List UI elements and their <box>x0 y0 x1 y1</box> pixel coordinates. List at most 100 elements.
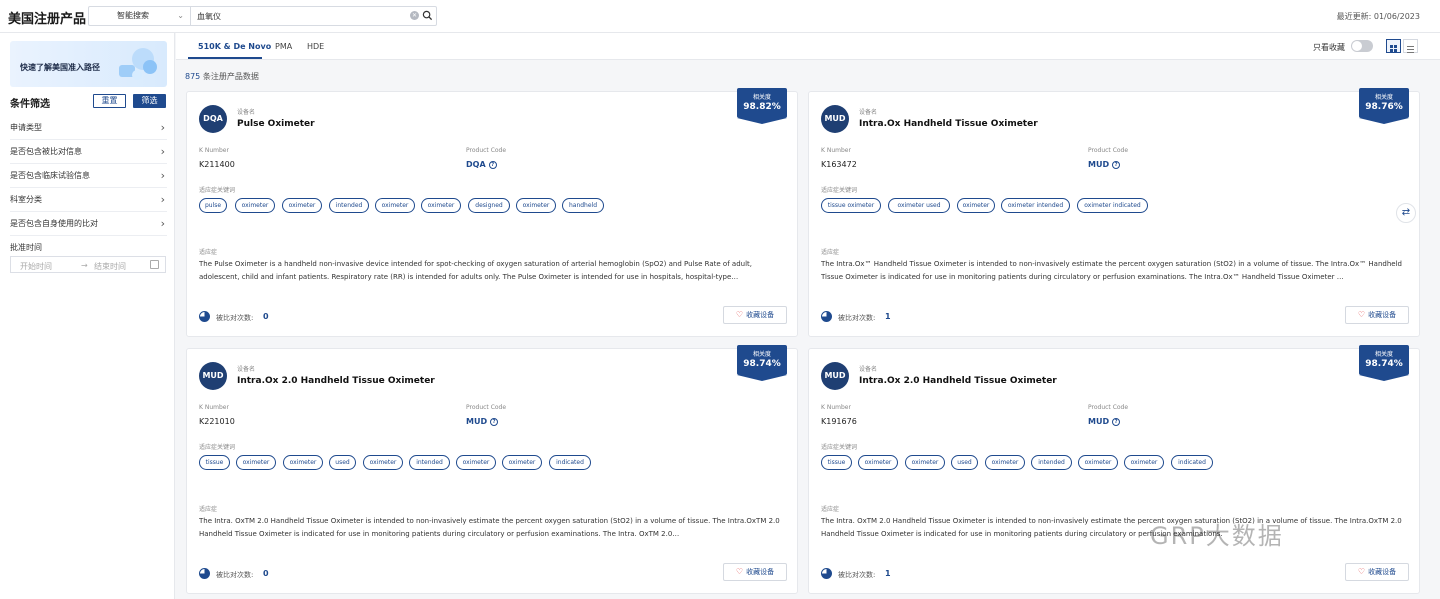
keyword-tag[interactable]: intended <box>409 455 450 470</box>
device-card[interactable]: 相关度 98.76% MUD 设备名 Intra.Ox Handheld Tiss… <box>808 88 1420 337</box>
date-range-picker[interactable]: 开始时间 → 结束时间 <box>10 256 166 273</box>
k-number-label: K Number <box>199 147 229 154</box>
keyword-tag[interactable]: intended <box>1031 455 1072 470</box>
reset-button[interactable]: 重置 <box>93 94 126 108</box>
favorite-button[interactable]: ♡ 收藏设备 <box>1345 306 1409 324</box>
k-number-value: K221010 <box>199 417 235 426</box>
compared-count[interactable]: 0 <box>263 569 269 578</box>
keyword-tag[interactable]: oximeter <box>858 455 898 470</box>
relevance-value: 98.74% <box>743 359 781 369</box>
relevance-badge: 相关度 98.82% <box>737 88 787 124</box>
keyword-tag[interactable]: indicated <box>549 455 591 470</box>
keyword-tag[interactable]: oximeter indicated <box>1077 198 1148 213</box>
clear-icon[interactable]: ✕ <box>410 11 419 20</box>
help-icon[interactable]: ? <box>1112 418 1121 426</box>
chevron-right-icon: › <box>160 193 165 206</box>
device-card[interactable]: 相关度 98.74% MUD 设备名 Intra.Ox 2.0 Handheld … <box>808 345 1420 594</box>
grid-view-icon[interactable] <box>1386 39 1401 53</box>
filter-application-type[interactable]: 申请类型 › <box>10 116 167 140</box>
keyword-tag[interactable]: oximeter <box>236 455 276 470</box>
product-code-label: Product Code <box>1088 404 1129 411</box>
keyword-tag[interactable]: oximeter <box>375 198 415 213</box>
keyword-tag[interactable]: oximeter <box>235 198 275 213</box>
keyword-tag[interactable]: oximeter <box>957 198 995 213</box>
filter-button[interactable]: 筛选 <box>133 94 166 108</box>
indication-text: The Intra. OxTM 2.0 Handheld Tissue Oxim… <box>821 517 1402 538</box>
keyword-tag[interactable]: used <box>329 455 356 470</box>
help-icon[interactable]: ? <box>1112 161 1121 169</box>
keyword-tag[interactable]: oximeter <box>516 198 556 213</box>
device-name[interactable]: Pulse Oximeter <box>237 119 315 129</box>
product-code-label: Product Code <box>1088 147 1129 154</box>
chevron-down-icon: ⌄ <box>177 11 184 20</box>
keyword-tag[interactable]: oximeter used <box>888 198 950 213</box>
chevron-right-icon: › <box>160 217 165 230</box>
help-icon[interactable]: ? <box>490 418 499 426</box>
filter-self-compare[interactable]: 是否包含自身使用的比对 › <box>10 212 167 236</box>
product-code-value[interactable]: MUD? <box>1088 417 1121 426</box>
favorite-button[interactable]: ♡ 收藏设备 <box>723 563 787 581</box>
keyword-tag[interactable]: tissue <box>821 455 852 470</box>
device-name[interactable]: Intra.Ox Handheld Tissue Oximeter <box>859 119 1038 129</box>
keyword-tag[interactable]: oximeter <box>421 198 461 213</box>
filter-compared-info[interactable]: 是否包含被比对信息 › <box>10 140 167 164</box>
search-input[interactable] <box>197 8 397 24</box>
filter-title: 条件筛选 <box>10 99 50 110</box>
keyword-tag[interactable]: oximeter <box>282 198 322 213</box>
keyword-tag[interactable]: oximeter intended <box>1001 198 1070 213</box>
search-icon[interactable] <box>422 10 433 21</box>
device-name[interactable]: Intra.Ox 2.0 Handheld Tissue Oximeter <box>859 376 1057 386</box>
heart-icon: ♡ <box>735 310 744 319</box>
keyword-tag[interactable]: pulse <box>199 198 227 213</box>
keyword-tag[interactable]: oximeter <box>1078 455 1118 470</box>
keyword-tag[interactable]: oximeter <box>363 455 403 470</box>
compare-swap-icon[interactable]: ⇄ <box>1396 203 1416 223</box>
compared-label: 被比对次数: <box>838 314 876 322</box>
keyword-tag[interactable]: designed <box>468 198 510 213</box>
keyword-tag[interactable]: oximeter <box>1124 455 1164 470</box>
compared-count[interactable]: 1 <box>885 569 891 578</box>
banner-illustration-icon <box>119 48 157 80</box>
pie-chart-icon <box>821 311 832 322</box>
keyword-tag[interactable]: oximeter <box>502 455 542 470</box>
keyword-tag[interactable]: oximeter <box>985 455 1025 470</box>
device-name-label: 设备名 <box>237 366 256 373</box>
tab-510k[interactable]: 510K & De Novo <box>198 42 271 51</box>
keyword-tag[interactable]: indicated <box>1171 455 1213 470</box>
tab-hde[interactable]: HDE <box>307 42 324 51</box>
favorite-button[interactable]: ♡ 收藏设备 <box>723 306 787 324</box>
keyword-tag[interactable]: handheld <box>562 198 604 213</box>
device-card[interactable]: 相关度 98.82% DQA 设备名 Pulse Oximeter K Numbe… <box>186 88 798 337</box>
search-mode-select[interactable]: 智能搜索 ⌄ <box>89 7 191 25</box>
compared-count[interactable]: 1 <box>885 312 891 321</box>
keyword-tag[interactable]: oximeter <box>283 455 323 470</box>
filter-department[interactable]: 科室分类 › <box>10 188 167 212</box>
watermark: GRP大数据 <box>1150 522 1284 550</box>
fav-only-toggle[interactable] <box>1351 40 1373 52</box>
help-icon[interactable]: ? <box>488 161 497 169</box>
fav-only-label: 只看收藏 <box>1313 43 1345 52</box>
compared-count[interactable]: 0 <box>263 312 269 321</box>
device-card[interactable]: 相关度 98.74% MUD 设备名 Intra.Ox 2.0 Handheld … <box>186 345 798 594</box>
keyword-tag[interactable]: oximeter <box>456 455 496 470</box>
indication-text: The Intra.Ox™ Handheld Tissue Oximeter i… <box>821 260 1402 281</box>
list-view-icon[interactable] <box>1403 39 1418 53</box>
product-code-text: DQA <box>466 160 486 169</box>
keyword-tag[interactable]: tissue <box>199 455 230 470</box>
product-code-value[interactable]: MUD? <box>1088 160 1121 169</box>
chevron-right-icon: › <box>160 121 165 134</box>
product-code-value[interactable]: DQA? <box>466 160 497 169</box>
relevance-value: 98.74% <box>1365 359 1403 369</box>
keyword-tag[interactable]: oximeter <box>905 455 945 470</box>
product-code-value[interactable]: MUD? <box>466 417 499 426</box>
filter-clinical-trial[interactable]: 是否包含临床试验信息 › <box>10 164 167 188</box>
k-number-value: K191676 <box>821 417 857 426</box>
keyword-tag[interactable]: used <box>951 455 978 470</box>
keyword-tag[interactable]: tissue oximeter <box>821 198 881 213</box>
product-code-avatar: MUD <box>821 362 849 390</box>
guide-banner[interactable]: 快速了解美国准入路径 <box>10 41 167 87</box>
device-name[interactable]: Intra.Ox 2.0 Handheld Tissue Oximeter <box>237 376 435 386</box>
tab-pma[interactable]: PMA <box>275 42 292 51</box>
keyword-tag[interactable]: intended <box>329 198 369 213</box>
favorite-button[interactable]: ♡ 收藏设备 <box>1345 563 1409 581</box>
